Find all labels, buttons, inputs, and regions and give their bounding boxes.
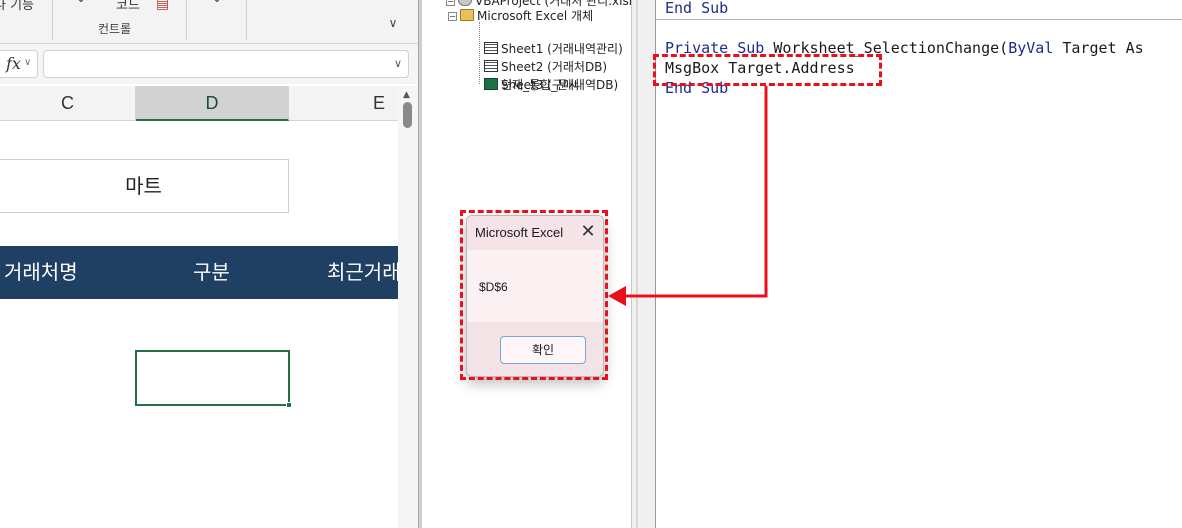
column-header-c[interactable]: C	[0, 86, 136, 121]
expand-formula-icon[interactable]: ∨	[394, 57, 402, 70]
title-cell[interactable]: 마트	[0, 159, 289, 213]
tree-item-label: Sheet2 (거래처DB)	[501, 60, 608, 74]
column-header-d[interactable]: D	[136, 86, 289, 121]
annotation-dialog-highlight	[460, 210, 608, 380]
fx-icon: fx	[6, 54, 21, 73]
ribbon-group-label: 컨트롤	[98, 22, 132, 36]
folder-icon	[460, 9, 474, 21]
workbook-icon	[484, 78, 498, 90]
scrollbar-thumb[interactable]	[403, 102, 412, 128]
worksheet-grid[interactable]: 마트 거래처명 구분 최근거래	[0, 122, 401, 528]
tree-item-label: Sheet1 (거래내역관리)	[501, 42, 623, 56]
worksheet-icon	[484, 60, 498, 72]
chevron-down-icon[interactable]: ⌄	[76, 0, 86, 5]
collapse-icon[interactable]: −	[446, 0, 455, 6]
procedure-separator	[656, 19, 1182, 20]
vertical-scrollbar[interactable]: ▲	[398, 86, 418, 528]
tree-item[interactable]: Sheet2 (거래처DB)	[484, 58, 607, 75]
ribbon-separator	[246, 0, 247, 40]
keyword-byval: ByVal	[1008, 39, 1054, 57]
header-cell-client-name[interactable]: 거래처명	[4, 246, 78, 299]
ribbon-separator	[186, 0, 187, 40]
collapse-icon[interactable]: −	[448, 12, 457, 21]
ribbon: 나 기능 ⌄ 코드 ▤ 컨트롤 ⌄ ∨	[0, 0, 418, 44]
tree-item-workbook[interactable]: 현재_통합_문서	[484, 76, 579, 93]
excel-window: 나 기능 ⌄ 코드 ▤ 컨트롤 ⌄ ∨ fx ∨ ∨ C D E 마트 거래처명…	[0, 0, 418, 528]
annotation-code-highlight	[653, 54, 882, 86]
insert-function-button[interactable]: fx ∨	[0, 50, 38, 78]
vbaproject-icon	[458, 0, 472, 6]
ribbon-addin-label[interactable]: 나 기능	[0, 0, 34, 13]
tree-folder[interactable]: − Microsoft Excel 개체	[448, 7, 593, 24]
tree-folder-label: Microsoft Excel 개체	[477, 9, 594, 23]
properties-icon[interactable]: ▤	[156, 0, 169, 12]
formula-bar: fx ∨ ∨	[0, 44, 418, 84]
scroll-up-icon[interactable]: ▲	[403, 90, 410, 100]
collapse-ribbon-icon[interactable]: ∨	[384, 16, 402, 34]
tree-connector	[479, 22, 480, 84]
chevron-down-icon[interactable]: ⌄	[212, 0, 222, 5]
tree-item[interactable]: Sheet1 (거래내역관리)	[484, 40, 623, 57]
column-header-e[interactable]: E	[289, 86, 398, 121]
parameter-text: Target As	[1053, 39, 1144, 57]
header-cell-recent-trade[interactable]: 최근거래	[327, 246, 401, 299]
tree-item-label: 현재_통합_문서	[501, 78, 580, 92]
chevron-down-icon: ∨	[24, 57, 32, 68]
ribbon-separator	[52, 0, 53, 40]
header-cell-category[interactable]: 구분	[193, 246, 230, 299]
code-line-end-sub[interactable]: End Sub	[665, 0, 728, 17]
column-headers: C D E	[0, 86, 398, 121]
pane-divider-edge	[636, 0, 638, 528]
active-cell-d6[interactable]	[135, 350, 290, 406]
ribbon-code-label[interactable]: 코드	[116, 0, 140, 13]
formula-input[interactable]: ∨	[43, 50, 409, 78]
worksheet-icon	[484, 42, 498, 54]
table-header-row: 거래처명 구분 최근거래	[0, 246, 401, 299]
fill-handle[interactable]	[286, 402, 292, 408]
